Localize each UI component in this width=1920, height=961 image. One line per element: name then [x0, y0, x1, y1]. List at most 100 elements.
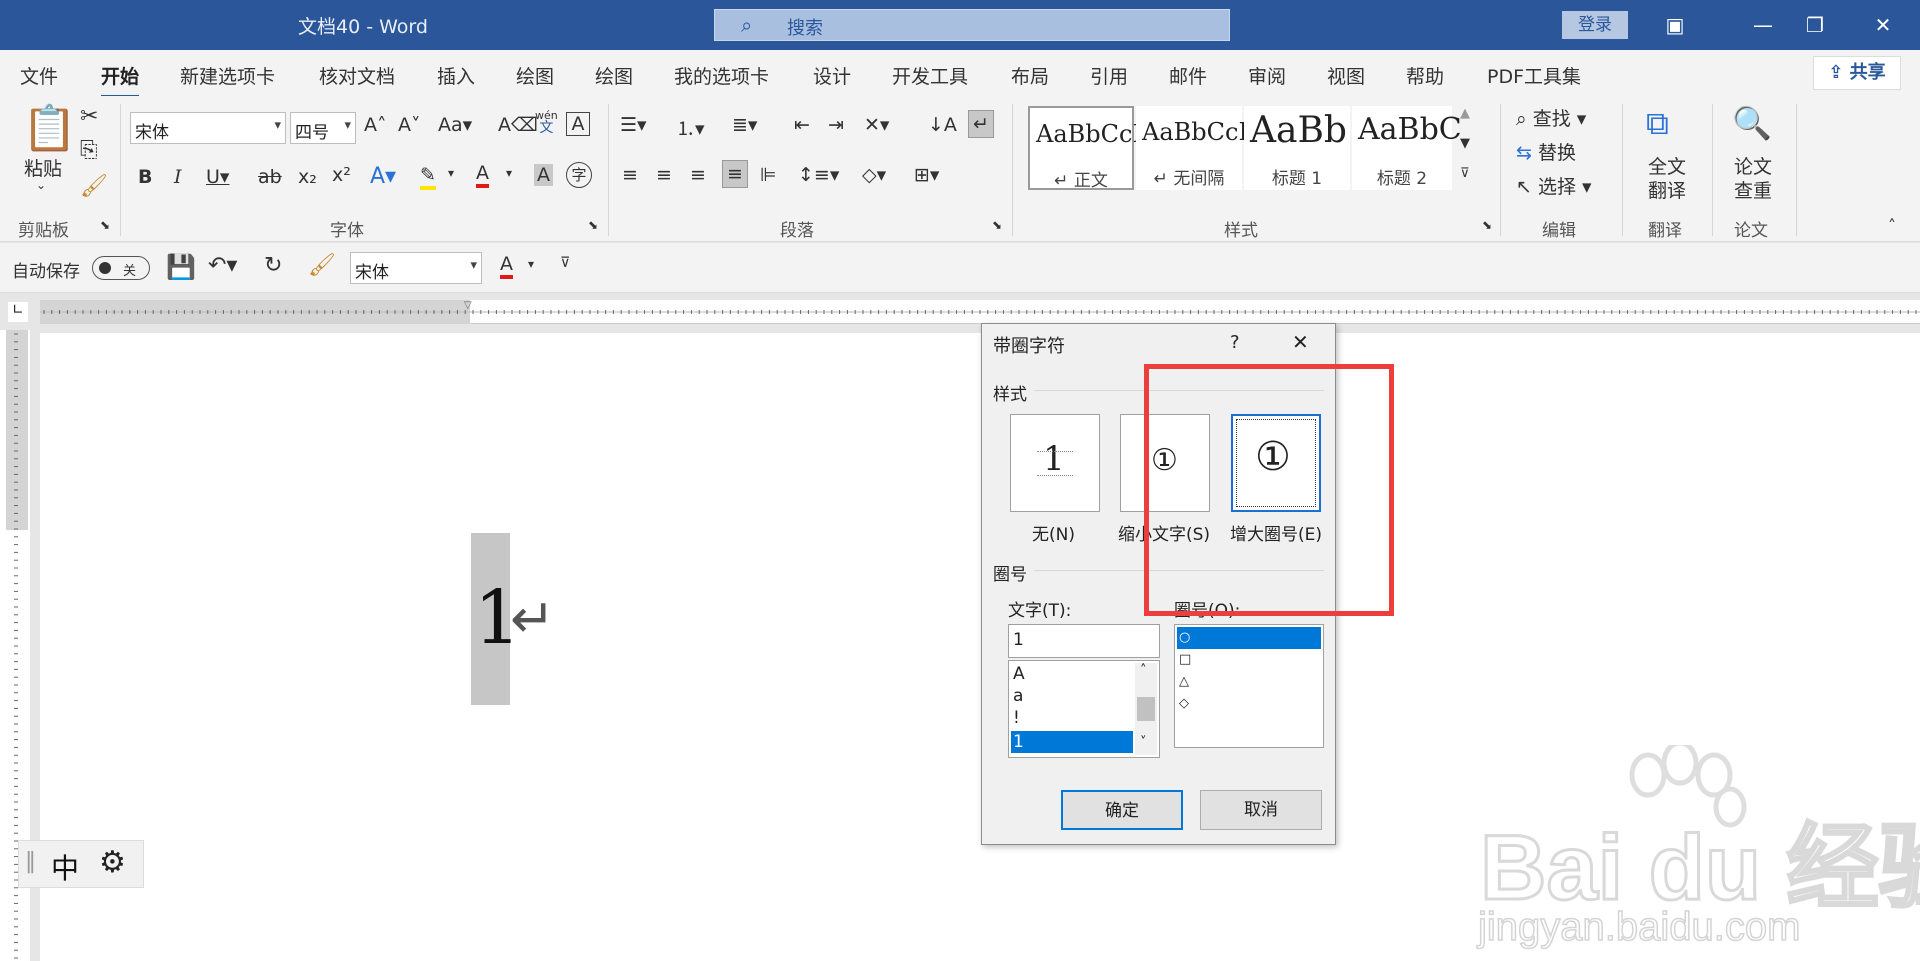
- tab-home[interactable]: 开始: [101, 62, 140, 98]
- font-name-combo[interactable]: 宋体 ▾: [130, 112, 286, 144]
- list-item[interactable]: ◇: [1177, 693, 1321, 715]
- font-color-icon[interactable]: A: [476, 162, 489, 188]
- tab-draw-2[interactable]: 绘图: [595, 62, 633, 89]
- cancel-button[interactable]: 取消: [1200, 790, 1322, 830]
- list-item[interactable]: !: [1011, 707, 1131, 729]
- tab-file[interactable]: 文件: [20, 62, 58, 89]
- list-item[interactable]: A: [1011, 663, 1131, 685]
- qat-font-color-icon[interactable]: A: [500, 253, 513, 279]
- ribbon-display-icon[interactable]: ▣: [1660, 10, 1690, 40]
- tab-new-tab[interactable]: 新建选项卡: [180, 62, 275, 89]
- scroll-up-icon[interactable]: ˄: [1140, 663, 1147, 678]
- tab-layout[interactable]: 布局: [1011, 62, 1049, 89]
- translate-icon[interactable]: ⧉: [1646, 104, 1669, 143]
- close-icon[interactable]: ✕: [1292, 330, 1309, 354]
- autosave-toggle[interactable]: 关: [92, 256, 150, 280]
- cut-icon[interactable]: ✂: [80, 104, 98, 129]
- copy-icon[interactable]: ⎘: [80, 138, 98, 163]
- list-item[interactable]: △: [1177, 671, 1321, 693]
- replace-button[interactable]: ⇆ 替换: [1516, 138, 1576, 165]
- format-painter-icon[interactable]: 🖌: [308, 253, 336, 278]
- tab-draw-1[interactable]: 绘图: [516, 62, 554, 89]
- undo-icon[interactable]: ↶▾: [208, 253, 237, 278]
- phonetic-guide-button[interactable]: wén 文: [535, 110, 558, 136]
- superscript-icon[interactable]: x²: [332, 164, 351, 186]
- format-painter-icon[interactable]: 🖌: [80, 174, 108, 199]
- help-button[interactable]: ?: [1230, 332, 1240, 353]
- text-effects-icon[interactable]: A▾: [370, 164, 396, 189]
- italic-icon[interactable]: I: [174, 166, 182, 188]
- share-button[interactable]: ⇪ 共享: [1813, 56, 1901, 90]
- clear-format-icon[interactable]: A⌫: [498, 114, 538, 136]
- tab-view[interactable]: 视图: [1327, 62, 1365, 89]
- strikethrough-icon[interactable]: ab: [258, 166, 282, 188]
- line-spacing-icon[interactable]: ↕≡▾: [798, 164, 839, 186]
- indent-marker[interactable]: ▽: [464, 300, 476, 324]
- tab-check-doc[interactable]: 核对文档: [319, 62, 395, 89]
- sort-icon[interactable]: ↓A: [928, 114, 957, 136]
- tab-references[interactable]: 引用: [1090, 62, 1128, 89]
- subscript-icon[interactable]: x₂: [298, 166, 317, 188]
- close-window-icon[interactable]: ✕: [1868, 10, 1898, 40]
- clipboard-launcher-icon[interactable]: ⬊: [100, 218, 110, 232]
- enclose-char-icon[interactable]: 字: [566, 162, 592, 188]
- paragraph-launcher-icon[interactable]: ⬊: [992, 218, 1002, 232]
- ok-button[interactable]: 确定: [1061, 790, 1183, 830]
- customize-qat-icon[interactable]: ⊽: [560, 255, 570, 271]
- ime-toolbar[interactable]: ‖ 中 ⚙: [18, 840, 144, 888]
- align-left-icon[interactable]: ≡: [622, 164, 638, 186]
- bullets-icon[interactable]: ☰▾: [620, 114, 647, 136]
- change-case-button[interactable]: Aa▾: [438, 114, 472, 136]
- tab-my-tab[interactable]: 我的选项卡: [674, 62, 769, 89]
- shading-icon[interactable]: ◇▾: [862, 164, 886, 186]
- collapse-ribbon-icon[interactable]: ˄: [1888, 216, 1896, 235]
- style-no-spacing[interactable]: AaBbCcI ↵ 无间隔: [1136, 106, 1248, 190]
- text-input[interactable]: 1: [1008, 624, 1160, 658]
- underline-icon[interactable]: U▾: [206, 166, 229, 188]
- option-none[interactable]: 1: [1010, 414, 1100, 512]
- multilevel-list-icon[interactable]: ≣▾: [732, 114, 757, 136]
- tab-mailings[interactable]: 邮件: [1169, 62, 1207, 89]
- chevron-down-icon[interactable]: ▾: [506, 166, 512, 180]
- translate-label-1[interactable]: 全文: [1648, 152, 1686, 179]
- font-size-combo[interactable]: 四号 ▾: [290, 112, 356, 144]
- text-list[interactable]: A a ! 1 ˄ ˅: [1008, 660, 1160, 758]
- paste-chevron-icon[interactable]: ⌄: [36, 178, 46, 192]
- paper-check-icon[interactable]: 🔍: [1732, 104, 1772, 142]
- tab-help[interactable]: 帮助: [1406, 62, 1444, 89]
- drag-handle-icon[interactable]: ‖: [25, 849, 36, 874]
- list-item-selected[interactable]: 1: [1011, 731, 1133, 753]
- chevron-down-icon[interactable]: ▾: [448, 166, 454, 180]
- chevron-down-icon[interactable]: ▾: [528, 257, 534, 271]
- scroll-down-icon[interactable]: ˅: [1140, 735, 1147, 750]
- list-item[interactable]: a: [1011, 685, 1131, 707]
- styles-scroll-down-icon[interactable]: ▼: [1460, 136, 1470, 151]
- login-button[interactable]: 登录: [1562, 11, 1628, 39]
- highlight-icon[interactable]: ✎: [420, 164, 436, 190]
- decrease-indent-icon[interactable]: ⇤: [794, 114, 810, 136]
- minimize-icon[interactable]: —: [1748, 10, 1778, 40]
- increase-indent-icon[interactable]: ⇥: [828, 114, 844, 136]
- tab-pdf-tools[interactable]: PDF工具集: [1487, 62, 1581, 89]
- scrollbar[interactable]: ˄ ˅: [1135, 663, 1157, 755]
- tab-developer[interactable]: 开发工具: [892, 62, 968, 89]
- tab-selector[interactable]: ∟: [8, 302, 28, 322]
- font-launcher-icon[interactable]: ⬊: [588, 218, 598, 232]
- justify-icon[interactable]: ≡: [722, 160, 748, 188]
- find-button[interactable]: ⌕ 查找 ▾: [1516, 104, 1586, 131]
- paper-label-1[interactable]: 论文: [1734, 152, 1772, 179]
- char-border-icon[interactable]: A: [566, 112, 590, 136]
- paper-label-2[interactable]: 查重: [1734, 176, 1772, 203]
- tab-insert[interactable]: 插入: [437, 62, 475, 89]
- save-icon[interactable]: 💾: [166, 253, 196, 281]
- style-heading-1[interactable]: AaBb 标题 1: [1244, 106, 1350, 190]
- paste-label[interactable]: 粘贴: [24, 154, 62, 181]
- search-box[interactable]: ⌕ 搜索: [714, 9, 1230, 41]
- align-center-icon[interactable]: ≡: [656, 164, 672, 186]
- align-right-icon[interactable]: ≡: [690, 164, 706, 186]
- list-item[interactable]: □: [1177, 649, 1321, 671]
- option-none-label[interactable]: 无(N): [1032, 520, 1075, 545]
- redo-icon[interactable]: ↻: [264, 253, 282, 278]
- borders-icon[interactable]: ⊞▾: [914, 164, 939, 186]
- grow-font-icon[interactable]: A˄: [364, 114, 387, 136]
